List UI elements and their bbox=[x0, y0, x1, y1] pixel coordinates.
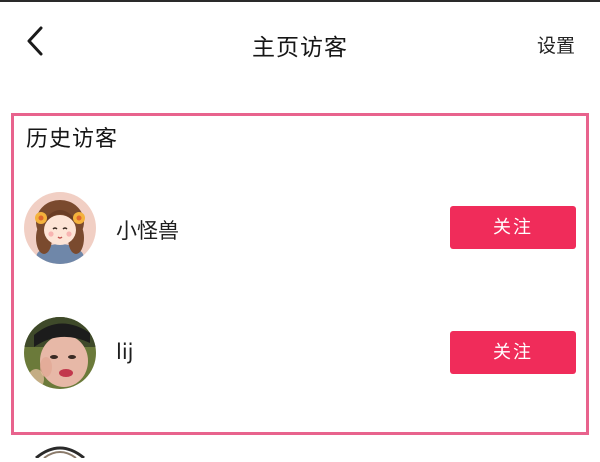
history-visitors-title: 历史访客 bbox=[26, 127, 119, 152]
avatar[interactable] bbox=[24, 317, 96, 389]
follow-button[interactable]: 关注 bbox=[450, 331, 576, 374]
app-header: 主页访客 设置 bbox=[0, 2, 600, 80]
visitor-name[interactable]: lij bbox=[116, 340, 134, 364]
avatar[interactable] bbox=[24, 192, 96, 264]
visitor-row[interactable]: 小怪兽 关注 bbox=[0, 188, 600, 268]
visitor-row[interactable]: lij 关注 bbox=[0, 313, 600, 393]
cartoon-girl-avatar-icon bbox=[24, 192, 96, 264]
page-title: 主页访客 bbox=[252, 35, 348, 61]
next-avatar-peek bbox=[32, 438, 88, 460]
visitor-name[interactable]: 小怪兽 bbox=[116, 215, 179, 245]
settings-button[interactable]: 设置 bbox=[537, 31, 575, 58]
photo-avatar-icon bbox=[24, 317, 96, 389]
follow-button[interactable]: 关注 bbox=[450, 206, 576, 249]
avatar-edge-icon bbox=[35, 446, 85, 460]
